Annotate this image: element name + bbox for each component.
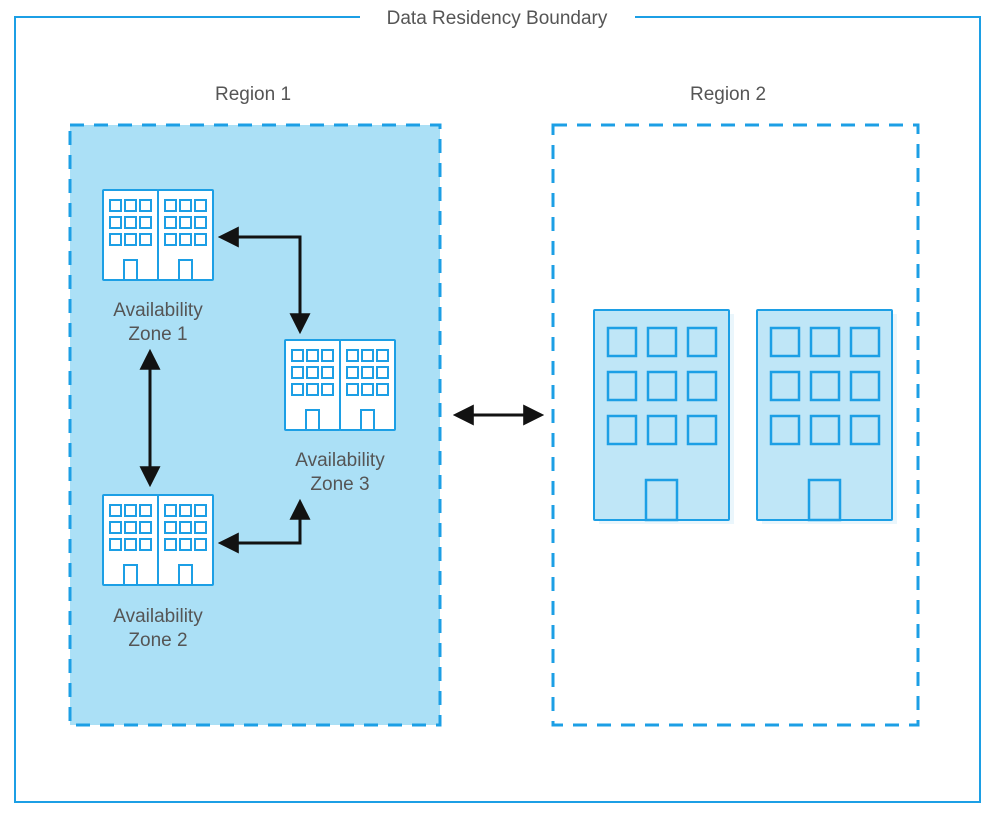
zone-1-label-line2: Zone 1 [128, 324, 187, 345]
boundary-title: Data Residency Boundary [387, 8, 608, 29]
zone-3-label-line1: Availability [295, 450, 385, 471]
zone-2-label-line2: Zone 2 [128, 630, 187, 651]
zone-3-label-line2: Zone 3 [310, 474, 369, 495]
zone-2-label-line1: Availability [113, 606, 203, 627]
region-1-label: Region 1 [215, 84, 291, 105]
architecture-diagram: Data Residency Boundary Region 1 Region … [0, 0, 995, 815]
region-2-datacenters [594, 310, 897, 524]
region-2-label: Region 2 [690, 84, 766, 105]
zone-1-label-line1: Availability [113, 300, 203, 321]
